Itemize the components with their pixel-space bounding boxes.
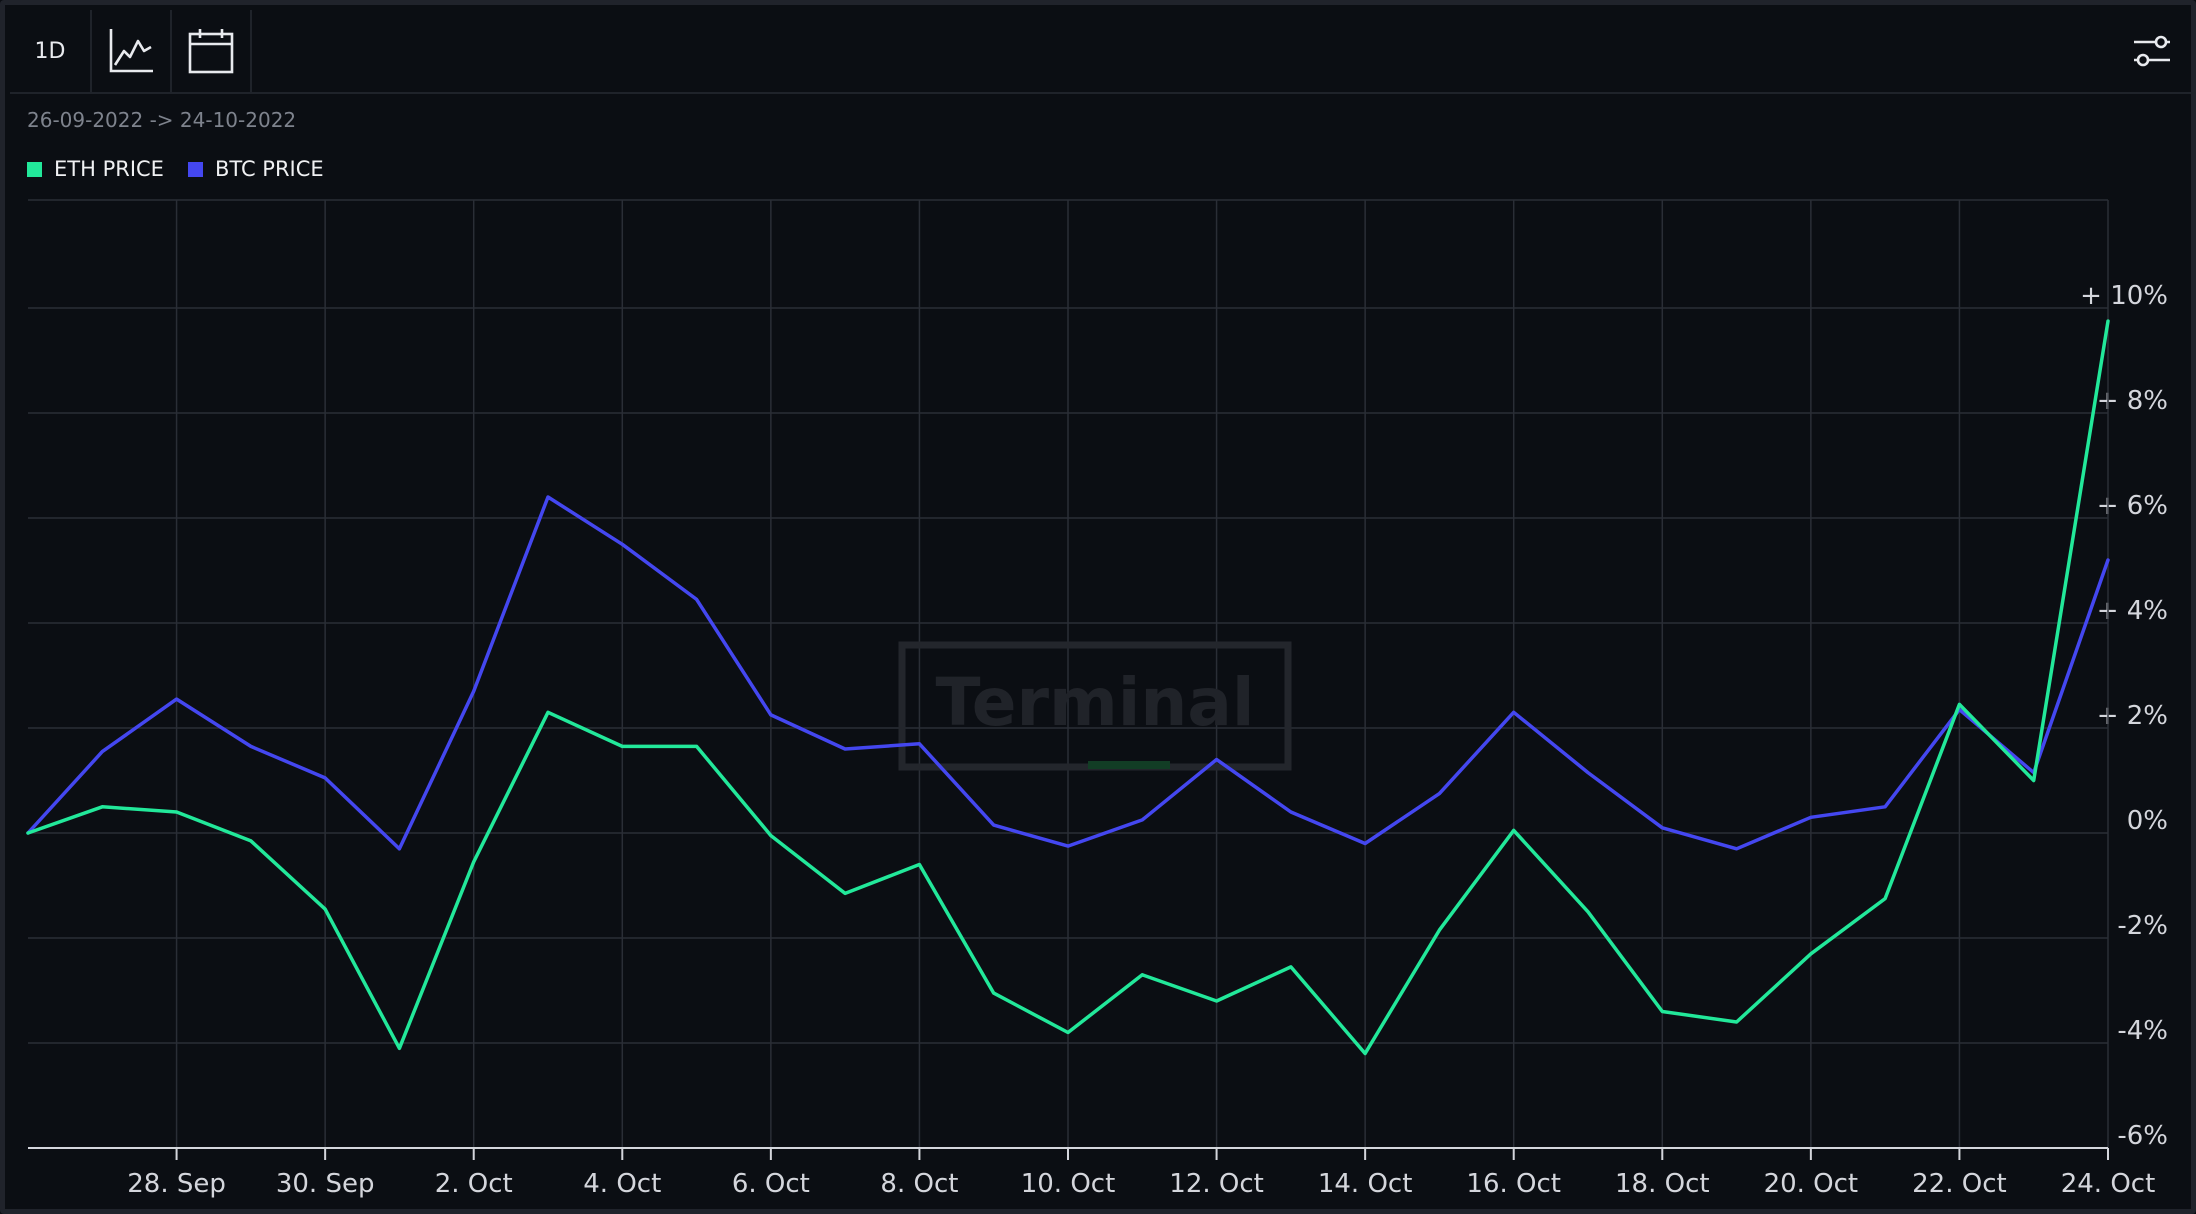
- y-tick-label: -4%: [2117, 1016, 2168, 1046]
- x-tick-label: 24. Oct: [2061, 1169, 2156, 1199]
- x-tick-label: 6. Oct: [732, 1169, 810, 1199]
- x-tick-label: 2. Oct: [435, 1169, 513, 1199]
- x-tick-label: 20. Oct: [1764, 1169, 1859, 1199]
- x-tick-label: 10. Oct: [1021, 1169, 1116, 1199]
- watermark-text: Terminal: [935, 664, 1254, 741]
- x-tick-label: 12. Oct: [1169, 1169, 1264, 1199]
- y-tick-label: 0%: [2127, 806, 2168, 836]
- y-tick-label: + 10%: [2080, 281, 2168, 311]
- x-tick-label: 14. Oct: [1318, 1169, 1413, 1199]
- x-tick-label: 18. Oct: [1615, 1169, 1710, 1199]
- y-tick-label: -6%: [2117, 1121, 2168, 1151]
- x-tick-label: 28. Sep: [127, 1169, 226, 1199]
- x-tick-label: 22. Oct: [1912, 1169, 2007, 1199]
- x-tick-label: 4. Oct: [583, 1169, 661, 1199]
- x-tick-label: 16. Oct: [1466, 1169, 1561, 1199]
- y-tick-label: -2%: [2117, 911, 2168, 941]
- x-tick-label: 30. Sep: [276, 1169, 375, 1199]
- x-tick-label: 8. Oct: [880, 1169, 958, 1199]
- chart-plot[interactable]: + 10%+ 8%+ 6%+ 4%+ 2%0%-2%-4%-6%28. Sep 3…: [0, 0, 2196, 1214]
